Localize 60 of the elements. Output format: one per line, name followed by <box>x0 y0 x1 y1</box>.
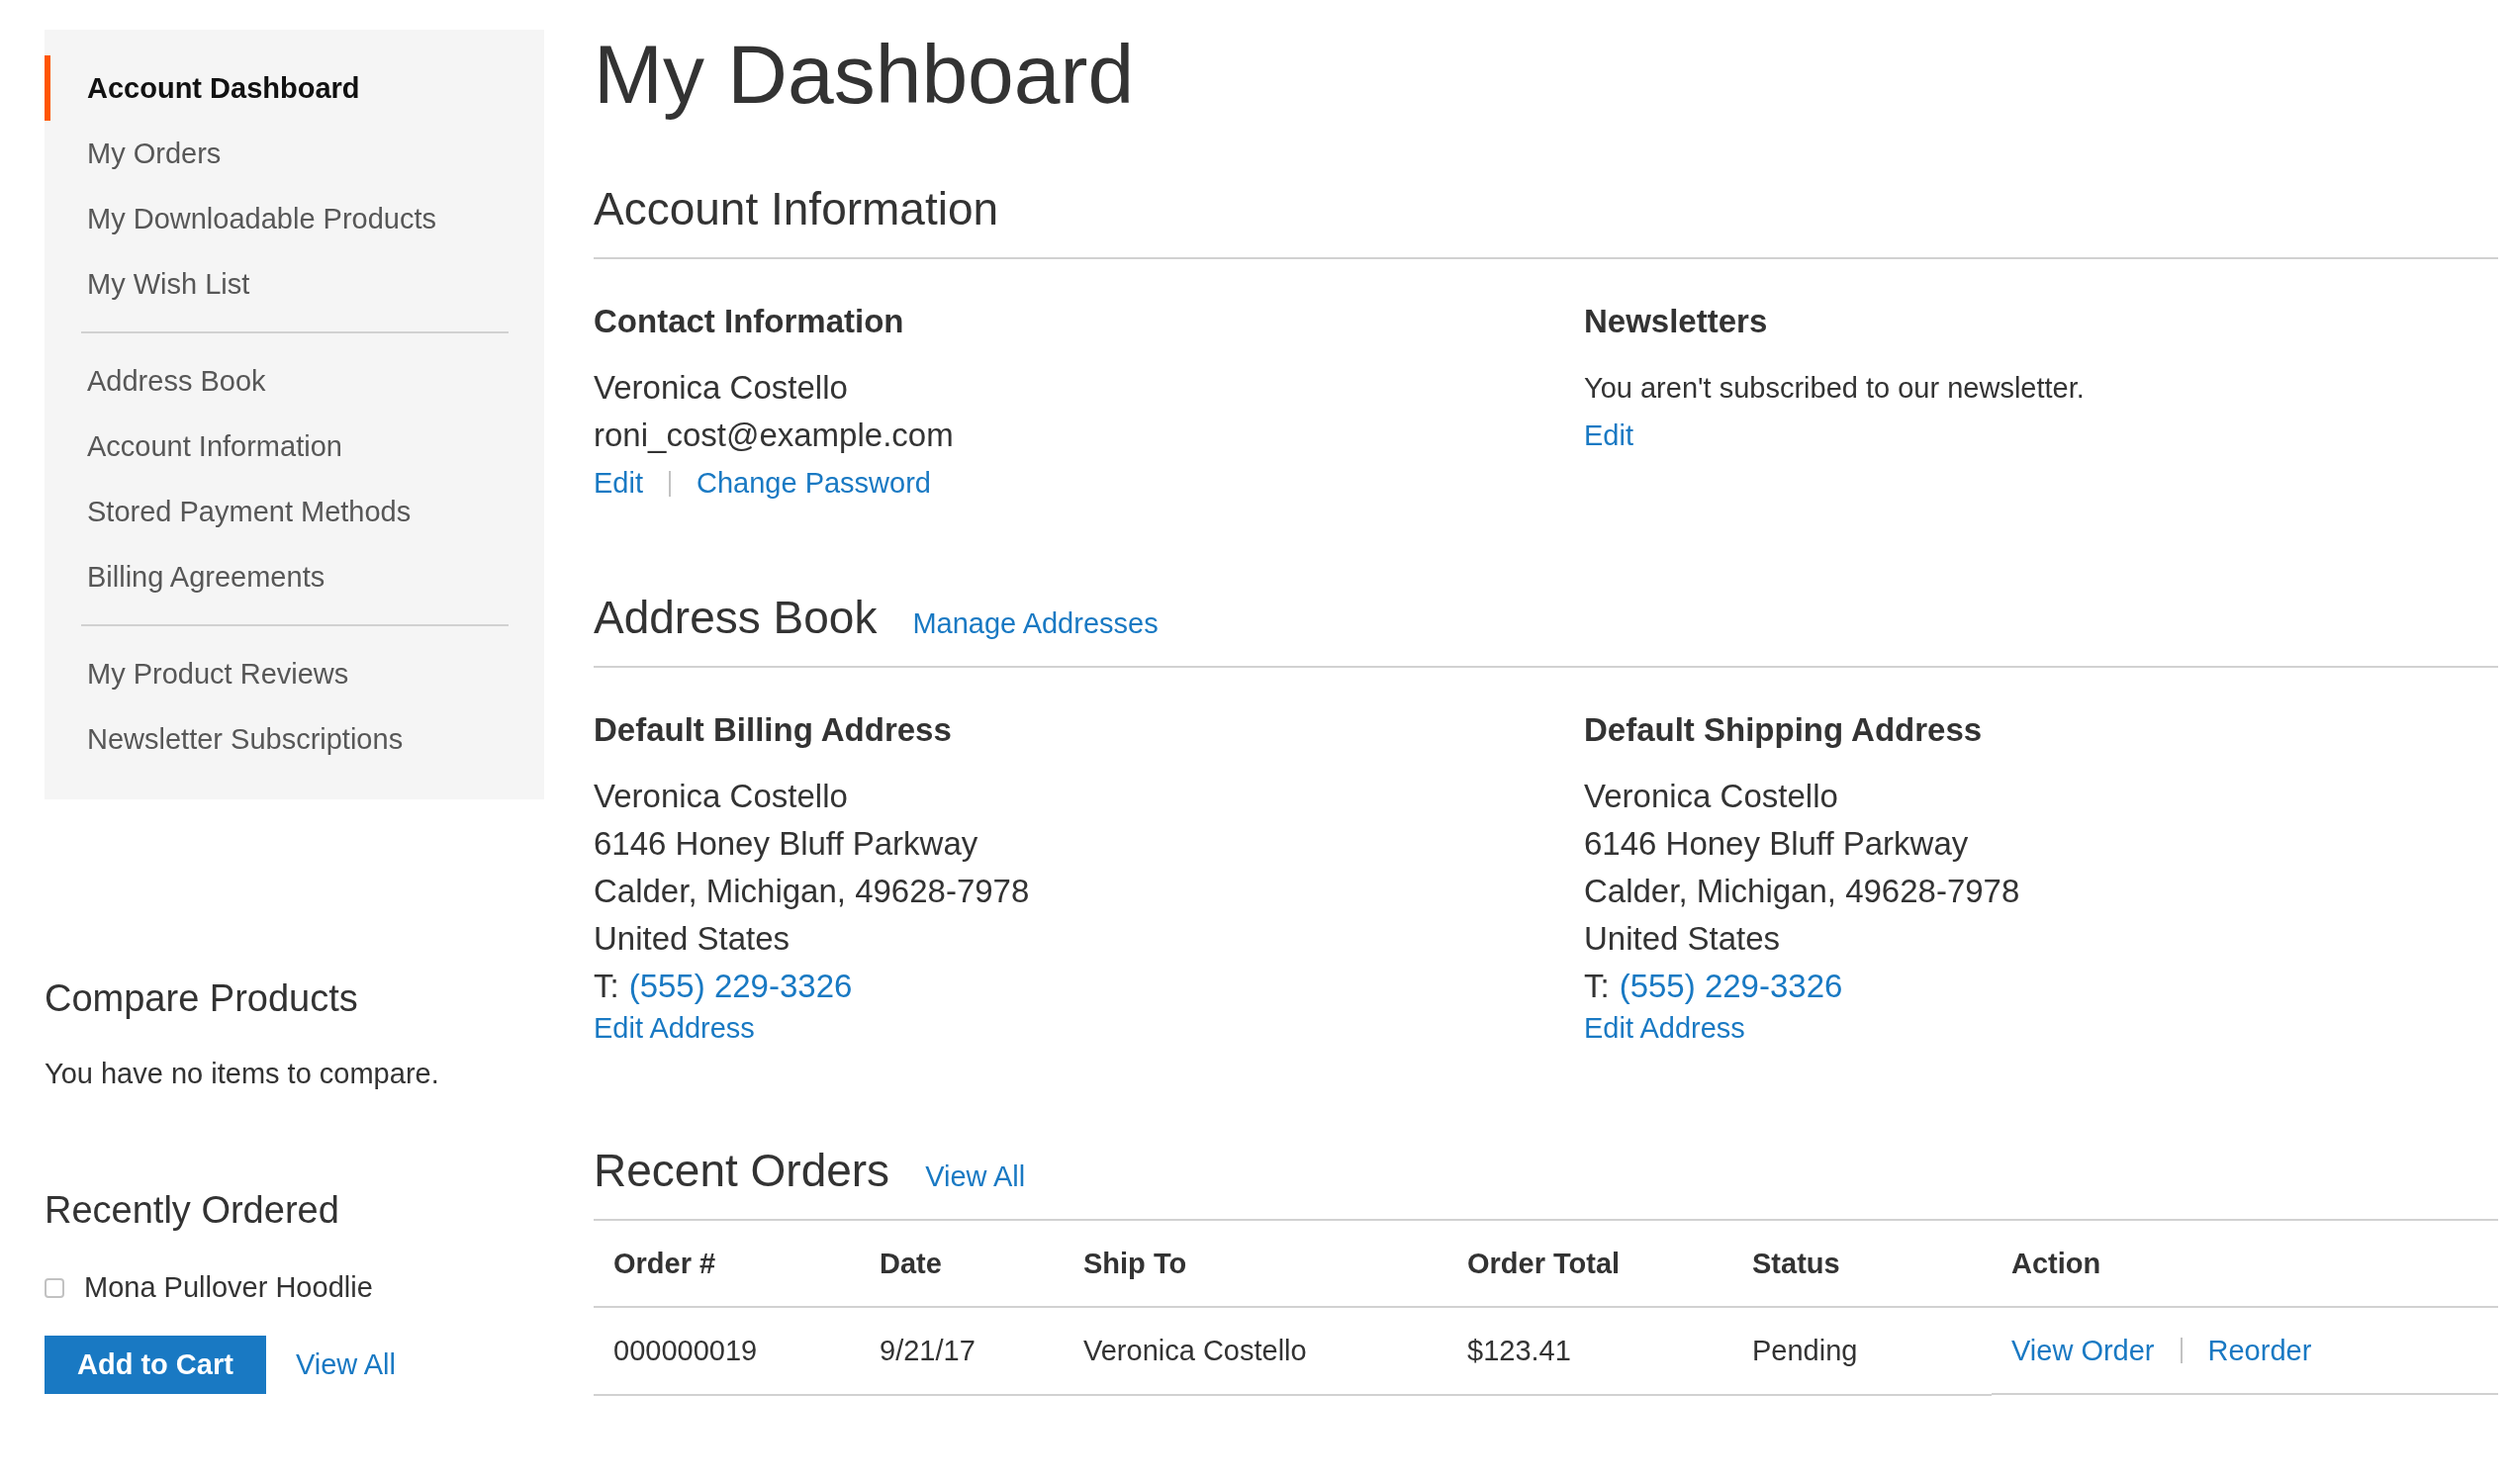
empty-message: You have no items to compare. <box>45 1058 440 1090</box>
add-to-cart-button[interactable]: Add to Cart <box>45 1336 266 1394</box>
edit-address-link[interactable]: Edit Address <box>594 1012 755 1045</box>
table-cell: Veronica Costello <box>1064 1307 1447 1395</box>
sidebar-item[interactable]: Address Book <box>45 348 544 414</box>
account-link[interactable]: Edit <box>594 467 643 500</box>
view-all-link[interactable]: View All <box>295 1348 396 1381</box>
phone-label: T: <box>594 967 619 1006</box>
phone-label: T: <box>1584 967 1610 1006</box>
address-line: Calder, Michigan, 49628-7978 <box>594 872 1031 911</box>
order-action-link[interactable]: Reorder <box>2207 1334 2312 1367</box>
section-title: Recent Orders <box>594 1144 890 1197</box>
sidebar-item[interactable]: Account Dashboard <box>45 55 544 121</box>
phone-link[interactable]: (555) 229-3326 <box>1619 963 1843 1010</box>
contact-line: roni_cost@example.com <box>594 416 955 455</box>
sidebar-item[interactable]: Stored Payment Methods <box>45 479 544 544</box>
account-link[interactable]: Change Password <box>697 467 931 500</box>
phone-link[interactable]: (555) 229-3326 <box>628 963 853 1010</box>
manage-addresses-link[interactable]: Manage Addresses <box>912 607 1159 640</box>
section-title: Address Book <box>594 591 878 644</box>
sidebar-item[interactable]: Account Information <box>45 414 544 479</box>
address-line: United States <box>1584 919 1782 959</box>
address-line: Calder, Michigan, 49628-7978 <box>1584 872 2021 911</box>
box-title: Newsletters <box>1584 303 1769 340</box>
sidebar-item[interactable]: My Product Reviews <box>45 641 544 706</box>
checkbox[interactable] <box>45 1277 64 1298</box>
column-header: Date <box>860 1221 1064 1307</box>
section-title: Account Information <box>594 182 999 235</box>
box-title: Contact Information <box>594 303 905 340</box>
column-header: Order Total <box>1447 1221 1732 1307</box>
box-title: Default Shipping Address <box>1584 711 1984 749</box>
table-cell: 000000019 <box>594 1307 860 1395</box>
newsletter-status: You aren't subscribed to our newsletter. <box>1584 371 2086 406</box>
order-action-link[interactable]: View Order <box>2011 1334 2155 1367</box>
box-title: Default Billing Address <box>594 711 953 749</box>
column-header: Order # <box>594 1221 860 1307</box>
sidebar-item[interactable]: Billing Agreements <box>45 544 544 609</box>
sidebar-item[interactable]: My Wish List <box>45 251 544 317</box>
address-line: Veronica Costello <box>594 777 849 816</box>
table-cell: 9/21/17 <box>860 1307 1064 1395</box>
table-cell: $123.41 <box>1447 1307 1732 1395</box>
contact-line: Veronica Costello <box>594 368 849 408</box>
edit-link[interactable]: Edit <box>1584 419 1633 452</box>
sidebar-item[interactable]: My Orders <box>45 121 544 186</box>
sidebar-item[interactable]: My Downloadable Products <box>45 186 544 251</box>
table-cell: Pending <box>1732 1307 1992 1395</box>
column-header: Ship To <box>1064 1221 1447 1307</box>
column-header: Status <box>1732 1221 1992 1307</box>
product-name: Mona Pullover Hoodlie <box>84 1271 373 1304</box>
address-line: 6146 Honey Bluff Parkway <box>1584 824 1970 864</box>
address-line: Veronica Costello <box>1584 777 1839 816</box>
sidebar-item[interactable]: Newsletter Subscriptions <box>45 706 544 772</box>
block-title: Compare Products <box>45 977 359 1020</box>
address-line: 6146 Honey Bluff Parkway <box>594 824 979 864</box>
address-line: United States <box>594 919 791 959</box>
block-title: Recently Ordered <box>45 1189 340 1232</box>
view-all-link[interactable]: View All <box>925 1160 1026 1193</box>
column-header: Action <box>1992 1221 2498 1307</box>
edit-address-link[interactable]: Edit Address <box>1584 1012 1745 1045</box>
page-title: My Dashboard <box>594 30 1136 119</box>
